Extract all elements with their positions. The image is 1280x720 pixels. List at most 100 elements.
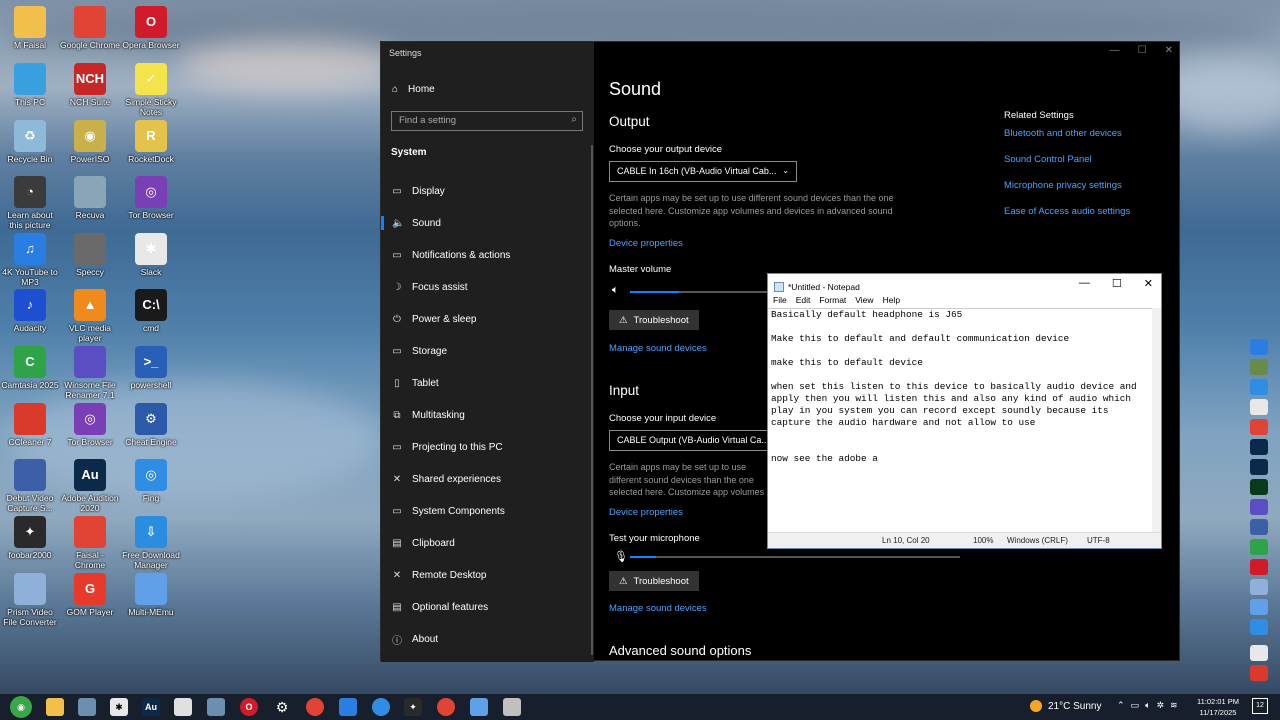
menu-edit[interactable]: Edit xyxy=(796,295,811,305)
strip-app-icon[interactable] xyxy=(1250,479,1268,495)
chevron-up-icon[interactable]: ⌃ xyxy=(1117,700,1125,711)
notification-center-button[interactable]: 12 xyxy=(1252,698,1268,714)
output-troubleshoot-button[interactable]: ⚠ Troubleshoot xyxy=(609,310,699,330)
strip-app-icon[interactable] xyxy=(1250,459,1268,475)
desktop-icon[interactable]: ♻ Recycle Bin xyxy=(0,120,60,164)
opera-taskbar-icon[interactable]: O xyxy=(240,698,258,716)
nav-item-notifications-actions[interactable]: ▭ Notifications & actions xyxy=(381,243,594,267)
nav-item-multitasking[interactable]: ⧉ Multitasking xyxy=(381,403,594,427)
strip-app-icon[interactable] xyxy=(1250,439,1268,455)
app-taskbar-icon[interactable] xyxy=(339,698,357,716)
network-icon[interactable]: ▭ xyxy=(1131,700,1140,711)
strip-app-icon[interactable] xyxy=(1250,599,1268,615)
nav-item-about[interactable]: ⓘ About xyxy=(381,627,594,651)
start-button[interactable]: ◉ xyxy=(10,696,32,718)
desktop-icon[interactable]: ✱ Slack xyxy=(121,233,181,277)
desktop-icon[interactable]: Speccy xyxy=(60,233,120,277)
menu-file[interactable]: File xyxy=(773,295,787,305)
output-manage-devices-link[interactable]: Manage sound devices xyxy=(609,343,707,354)
nav-item-optional-features[interactable]: ▤ Optional features xyxy=(381,595,594,619)
input-manage-devices-link[interactable]: Manage sound devices xyxy=(609,603,707,614)
related-settings-link[interactable]: Microphone privacy settings xyxy=(1004,180,1122,191)
gear-icon[interactable]: ⚙ xyxy=(273,698,291,716)
menu-format[interactable]: Format xyxy=(819,295,846,305)
desktop-icon[interactable]: Prism Video File Converter xyxy=(0,573,60,627)
cloud-taskbar-icon[interactable] xyxy=(372,698,390,716)
notepad-scrollbar[interactable] xyxy=(1152,308,1161,533)
strip-app-icon[interactable] xyxy=(1250,619,1268,635)
close-icon[interactable]: ✕ xyxy=(1144,277,1153,290)
taskbar-clock[interactable]: 11:02:01 PM 11/17/2025 xyxy=(1197,696,1239,718)
desktop-icon[interactable]: >_ powershell xyxy=(121,346,181,390)
chrome-taskbar-icon[interactable] xyxy=(306,698,324,716)
menu-help[interactable]: Help xyxy=(883,295,900,305)
strip-app-icon[interactable] xyxy=(1250,579,1268,595)
advanced-sound-heading[interactable]: Advanced sound options xyxy=(609,643,751,658)
input-device-properties-link[interactable]: Device properties xyxy=(609,507,683,518)
desktop-icon[interactable]: ♪ Audacity xyxy=(0,289,60,333)
desktop-icon[interactable]: M Faisal xyxy=(0,6,60,50)
input-troubleshoot-button[interactable]: ⚠ Troubleshoot xyxy=(609,571,699,591)
desktop-icon[interactable]: This PC xyxy=(0,63,60,107)
related-settings-link[interactable]: Bluetooth and other devices xyxy=(1004,128,1122,139)
maximize-icon[interactable]: ☐ xyxy=(1112,277,1122,290)
document-taskbar-icon[interactable] xyxy=(207,698,225,716)
foobar-taskbar-icon[interactable]: ✦ xyxy=(404,698,422,716)
strip-app-icon[interactable] xyxy=(1250,379,1268,395)
settings-tray-icon[interactable]: ✲ xyxy=(1156,700,1164,711)
desktop-icon[interactable]: C Camtasia 2025 xyxy=(0,346,60,390)
strip-app-icon[interactable] xyxy=(1250,559,1268,575)
desktop-icon[interactable]: NCH NCH Suite xyxy=(60,63,120,107)
desktop-icon[interactable]: ◔ Learn about this picture xyxy=(0,176,60,230)
audition-taskbar-icon[interactable]: Au xyxy=(142,698,160,716)
desktop-icon[interactable]: Debut Video Capture S... xyxy=(0,459,60,513)
notepad-text-area[interactable]: Basically default headphone is J65 Make … xyxy=(768,308,1153,533)
nav-item-power-sleep[interactable]: ⏻ Power & sleep xyxy=(381,307,594,331)
strip-app-icon[interactable] xyxy=(1250,665,1268,681)
desktop-icon[interactable]: Winsome File Renamer 7.1 xyxy=(60,346,120,400)
desktop-icon[interactable]: CCleaner 7 xyxy=(0,403,60,447)
nav-item-tablet[interactable]: ▯ Tablet xyxy=(381,371,594,395)
chrome-profile-taskbar-icon[interactable] xyxy=(437,698,455,716)
desktop-icon[interactable]: Au Adobe Audition 2020 xyxy=(60,459,120,513)
desktop-icon[interactable]: O Opera Browser xyxy=(121,6,181,50)
nav-home[interactable]: ⌂ Home xyxy=(392,84,435,95)
speaker-volume-icon[interactable]: 🔈︎ xyxy=(612,284,619,297)
desktop-icon[interactable]: G GOM Player xyxy=(60,573,120,617)
desktop-icon[interactable]: Recuva xyxy=(60,176,120,220)
wifi-icon[interactable]: ≋ xyxy=(1170,700,1178,711)
weather-widget[interactable]: 21°C Sunny xyxy=(1030,700,1101,712)
desktop-icon[interactable]: ▲ VLC media player xyxy=(60,289,120,343)
nav-item-storage[interactable]: ▭ Storage xyxy=(381,339,594,363)
desktop-icon[interactable]: ◎ Tor Browser xyxy=(121,176,181,220)
related-settings-link[interactable]: Sound Control Panel xyxy=(1004,154,1092,165)
strip-app-icon[interactable] xyxy=(1250,539,1268,555)
desktop-icon[interactable]: C:\ cmd xyxy=(121,289,181,333)
file-explorer-icon[interactable] xyxy=(46,698,64,716)
search-input[interactable]: Find a setting ⌕ xyxy=(391,111,583,131)
memu-taskbar-icon[interactable] xyxy=(470,698,488,716)
nav-item-projecting-to-this-pc[interactable]: ▭ Projecting to this PC xyxy=(381,435,594,459)
desktop-icon[interactable]: ◎ Fing xyxy=(121,459,181,503)
strip-app-icon[interactable] xyxy=(1250,419,1268,435)
nav-item-system-components[interactable]: ▭ System Components xyxy=(381,499,594,523)
desktop-icon[interactable]: Multi-MEmu xyxy=(121,573,181,617)
strip-app-icon[interactable] xyxy=(1250,645,1268,661)
nav-scrollbar[interactable] xyxy=(591,145,593,655)
strip-app-icon[interactable] xyxy=(1250,339,1268,355)
nav-item-clipboard[interactable]: ▤ Clipboard xyxy=(381,531,594,555)
desktop-icon[interactable]: Google Chrome xyxy=(60,6,120,50)
search-icon[interactable]: ⌕ xyxy=(571,114,577,125)
strip-app-icon[interactable] xyxy=(1250,399,1268,415)
strip-app-icon[interactable] xyxy=(1250,359,1268,375)
desktop-icon[interactable]: ✓ Simple Sticky Notes xyxy=(121,63,181,117)
related-settings-link[interactable]: Ease of Access audio settings xyxy=(1004,206,1130,217)
output-device-dropdown[interactable]: CABLE In 16ch (VB-Audio Virtual Cab... ⌄ xyxy=(609,161,797,182)
desktop-icon[interactable]: ⚙ Cheat Engine xyxy=(121,403,181,447)
nav-item-focus-assist[interactable]: ☽ Focus assist xyxy=(381,275,594,299)
nav-item-remote-desktop[interactable]: ✕ Remote Desktop xyxy=(381,563,594,587)
desktop-icon[interactable]: R RocketDock xyxy=(121,120,181,164)
speaker-icon[interactable]: 🔈︎ xyxy=(1145,700,1150,711)
slack-taskbar-icon[interactable]: ✱ xyxy=(110,698,128,716)
nav-item-shared-experiences[interactable]: ✕ Shared experiences xyxy=(381,467,594,491)
